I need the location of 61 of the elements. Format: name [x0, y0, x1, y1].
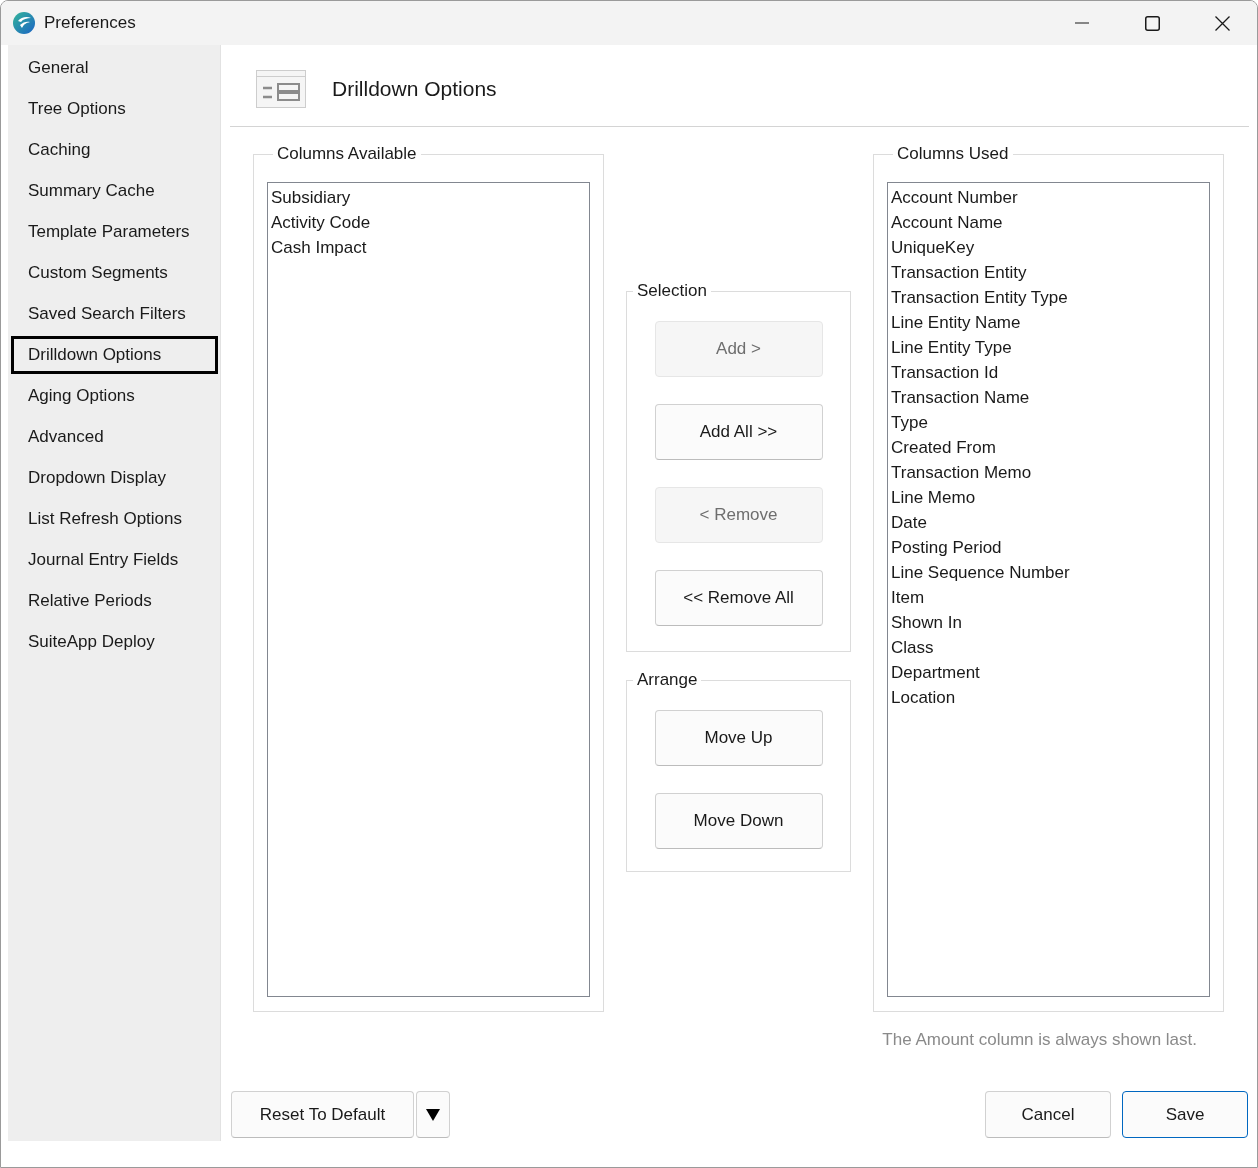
page-title: Drilldown Options — [332, 77, 497, 101]
list-item[interactable]: Line Entity Name — [891, 310, 1206, 335]
list-item[interactable]: Transaction Entity — [891, 260, 1206, 285]
list-item[interactable]: Activity Code — [271, 210, 586, 235]
footnote-text: The Amount column is always shown last. — [882, 1030, 1197, 1049]
remove-all-button[interactable]: << Remove All — [654, 570, 823, 626]
columns-available-list[interactable]: Subsidiary Activity Code Cash Impact — [267, 182, 590, 997]
app-logo-icon — [13, 12, 35, 34]
list-item[interactable]: Transaction Id — [891, 360, 1206, 385]
sidebar-item[interactable]: Advanced — [11, 418, 218, 456]
list-item[interactable]: Transaction Memo — [891, 460, 1206, 485]
sidebar-item[interactable]: Journal Entry Fields — [11, 541, 218, 579]
list-item[interactable]: Location — [891, 685, 1206, 710]
sidebar-item[interactable]: Saved Search Filters — [11, 295, 218, 333]
sidebar-item[interactable]: Custom Segments — [11, 254, 218, 292]
group-label: Columns Available — [276, 144, 418, 164]
list-item[interactable]: Account Name — [891, 210, 1206, 235]
list-item[interactable]: Item — [891, 585, 1206, 610]
list-item[interactable]: Department — [891, 660, 1206, 685]
move-down-button[interactable]: Move Down — [654, 793, 823, 849]
list-item[interactable]: Line Memo — [891, 485, 1206, 510]
window-title: Preferences — [44, 13, 136, 33]
list-item[interactable]: UniqueKey — [891, 235, 1206, 260]
list-item[interactable]: Type — [891, 410, 1206, 435]
sidebar-item[interactable]: General — [11, 49, 218, 87]
list-item[interactable]: Account Number — [891, 185, 1206, 210]
form-layout-icon — [256, 70, 306, 108]
list-item[interactable]: Cash Impact — [271, 235, 586, 260]
reset-button[interactable]: Reset To Default — [231, 1091, 414, 1138]
sidebar-item[interactable]: Tree Options — [11, 90, 218, 128]
list-item[interactable]: Posting Period — [891, 535, 1206, 560]
list-item[interactable]: Class — [891, 635, 1206, 660]
sidebar-item[interactable]: Aging Options — [11, 377, 218, 415]
sidebar-item[interactable]: List Refresh Options — [11, 500, 218, 538]
dropdown-button[interactable] — [416, 1091, 450, 1138]
list-item[interactable]: Line Entity Type — [891, 335, 1206, 360]
list-item[interactable]: Date — [891, 510, 1206, 535]
sidebar-item[interactable]: Dropdown Display — [11, 459, 218, 497]
list-item[interactable]: Transaction Entity Type — [891, 285, 1206, 310]
close-icon — [1214, 15, 1230, 31]
list-item[interactable]: Transaction Name — [891, 385, 1206, 410]
list-item[interactable]: Shown In — [891, 610, 1206, 635]
sidebar-item[interactable]: Caching — [11, 131, 218, 169]
sidebar-item[interactable]: Summary Cache — [11, 172, 218, 210]
move-up-button[interactable]: Move Up — [654, 710, 823, 766]
sidebar-item[interactable]: Drilldown Options — [11, 336, 218, 374]
add-all-button[interactable]: Add All >> — [654, 404, 823, 460]
sidebar-item[interactable]: SuiteApp Deploy — [11, 623, 218, 661]
sidebar-item[interactable]: Template Parameters — [11, 213, 218, 251]
list-item[interactable]: Created From — [891, 435, 1206, 460]
group-label: Columns Used — [896, 144, 1010, 164]
group-label: Selection — [636, 281, 708, 301]
sidebar-item[interactable]: Relative Periods — [11, 582, 218, 620]
save-button[interactable]: Save — [1122, 1091, 1248, 1138]
group-label: Arrange — [636, 670, 699, 690]
cancel-button[interactable]: Cancel — [985, 1091, 1111, 1138]
list-item[interactable]: Line Sequence Number — [891, 560, 1206, 585]
list-item[interactable]: Subsidiary — [271, 185, 586, 210]
maximize-icon — [1144, 15, 1160, 31]
caret-down-icon — [426, 1108, 440, 1121]
minimize-icon — [1075, 22, 1089, 24]
